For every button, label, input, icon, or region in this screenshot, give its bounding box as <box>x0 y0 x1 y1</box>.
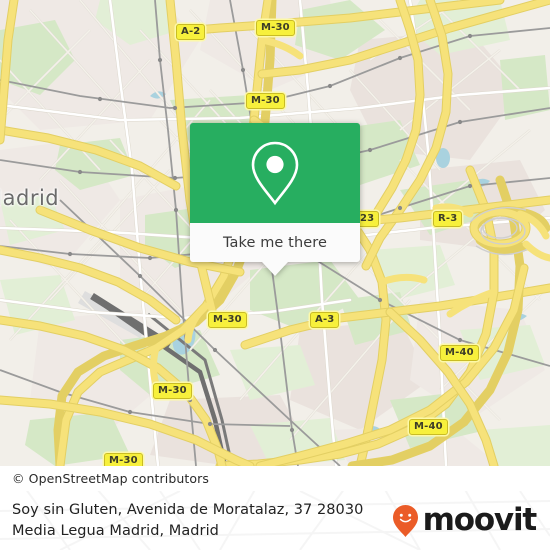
shield-a-2[interactable]: A-2 <box>176 24 206 40</box>
map-screenshot-page: .mw { stroke:#f6e27a; stroke-width:7; fi… <box>0 0 550 550</box>
shield-r-3[interactable]: R-3 <box>433 211 463 227</box>
shield-m-30-upper[interactable]: M-30 <box>246 93 285 109</box>
take-me-there-button[interactable]: Take me there <box>190 223 360 262</box>
shield-m-30-bottom[interactable]: M-30 <box>104 453 143 466</box>
popup-header <box>190 123 360 223</box>
take-me-there-label: Take me there <box>222 234 328 251</box>
moovit-pin-icon <box>392 504 418 537</box>
map-location-popup[interactable]: Take me there <box>190 123 360 276</box>
map-attribution-bar: © OpenStreetMap contributors <box>0 466 550 491</box>
footer-bar: Soy sin Gluten, Avenida de Moratalaz, 37… <box>0 491 550 550</box>
attribution-text[interactable]: © OpenStreetMap contributors <box>0 471 209 486</box>
moovit-logo[interactable]: moovit <box>392 502 538 538</box>
shield-m-40-south[interactable]: M-40 <box>409 419 448 435</box>
shield-m-30-center[interactable]: M-30 <box>208 312 247 328</box>
address-line-2: Media Legua Madrid, Madrid <box>12 522 219 539</box>
moovit-wordmark: moovit <box>422 502 538 538</box>
address-line-1: Soy sin Gluten, Avenida de Moratalaz, 37… <box>12 501 364 518</box>
location-address: Soy sin Gluten, Avenida de Moratalaz, 37… <box>12 500 363 542</box>
shield-m-30-north[interactable]: M-30 <box>256 20 295 36</box>
map-pin-icon <box>251 141 299 206</box>
map-canvas[interactable]: .mw { stroke:#f6e27a; stroke-width:7; fi… <box>0 0 550 466</box>
popup-pointer <box>262 262 288 276</box>
shield-a-3[interactable]: A-3 <box>310 312 340 328</box>
shield-m-30-west[interactable]: M-30 <box>153 383 192 399</box>
shield-m-40-east[interactable]: M-40 <box>440 345 479 361</box>
